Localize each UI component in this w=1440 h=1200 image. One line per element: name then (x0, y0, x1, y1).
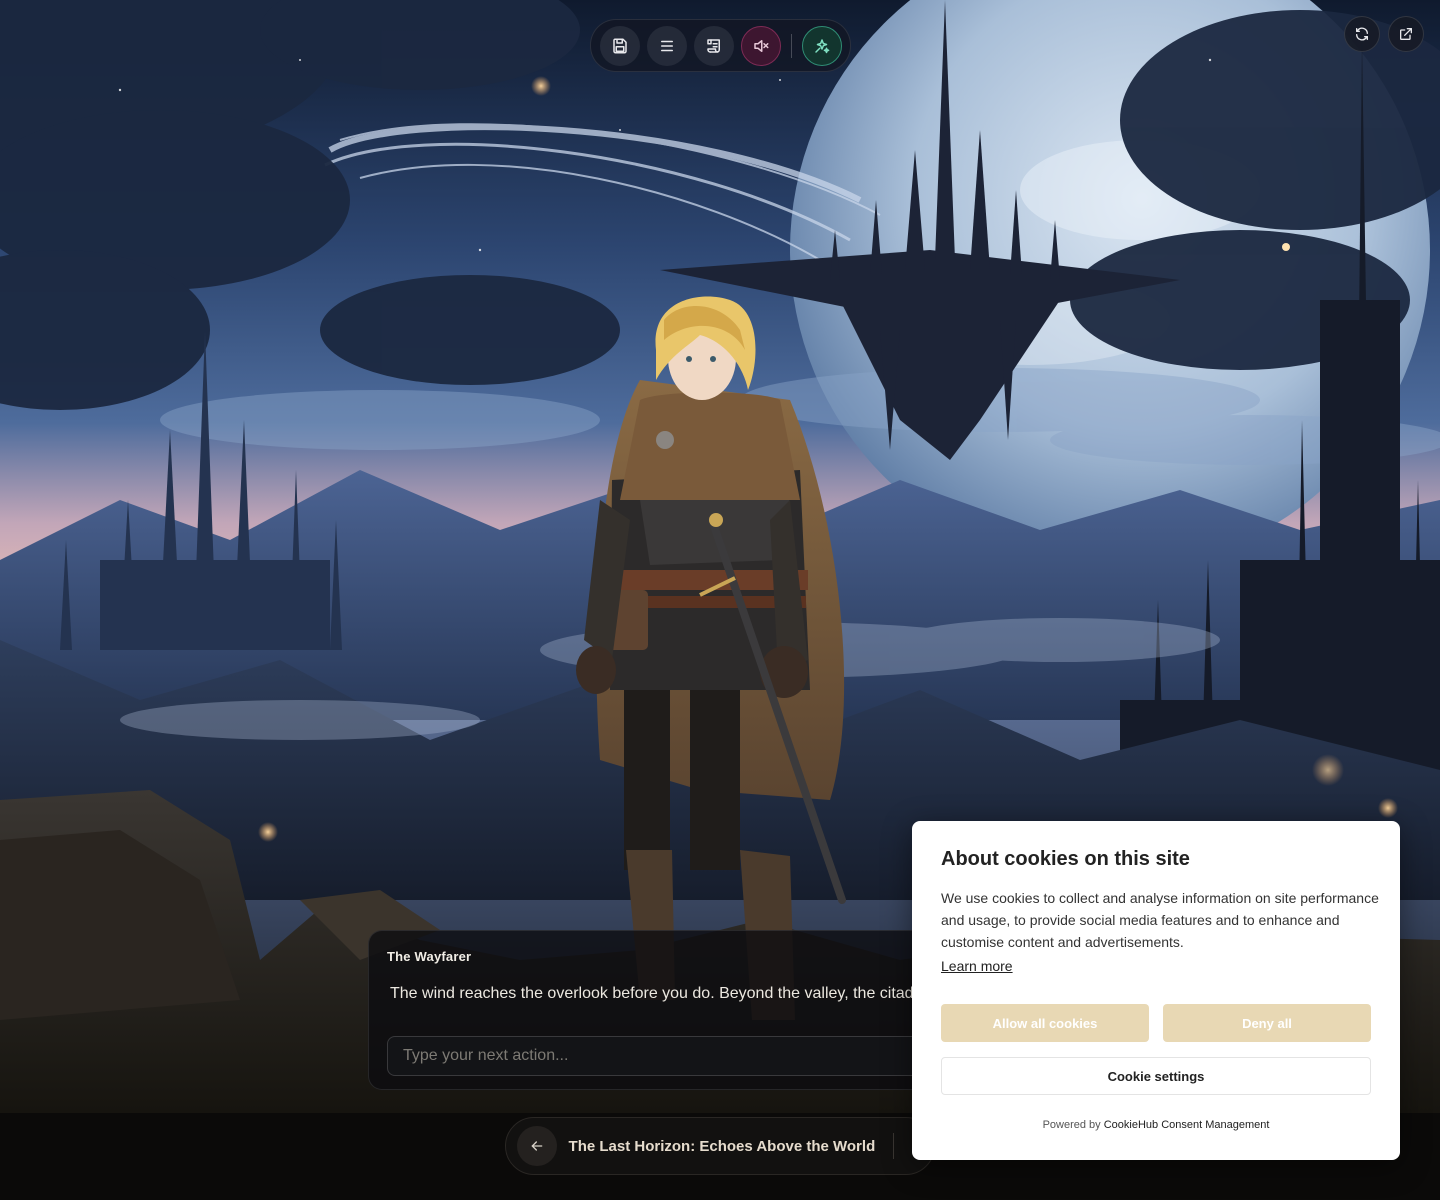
cookie-description: We use cookies to collect and analyse in… (941, 890, 1379, 950)
menu-button[interactable] (647, 25, 687, 66)
powered-by: Powered by CookieHub Consent Management (912, 1119, 1400, 1131)
cookie-title: About cookies on this site (941, 848, 1190, 870)
deny-all-button[interactable]: Deny all (1163, 1004, 1371, 1042)
mute-icon (754, 39, 769, 52)
game-toolbar (590, 19, 851, 72)
save-icon (613, 38, 627, 53)
external-link-icon (1400, 28, 1412, 40)
story-bar-divider (893, 1133, 895, 1159)
learn-more-link[interactable]: Learn more (941, 958, 1013, 974)
magic-button[interactable] (802, 25, 842, 66)
scroll-icon (707, 38, 720, 53)
story-title: The Last Horizon: Echoes Above the World (568, 1137, 876, 1155)
cookie-settings-button[interactable]: Cookie settings (941, 1057, 1371, 1095)
story-title-bar: The Last Horizon: Echoes Above the World (505, 1117, 935, 1175)
dialogue-text: The wind reaches the overlook before you… (390, 985, 927, 1002)
speaker-name: The Wayfarer (387, 949, 472, 964)
game-screen: The Wayfarer The wind reaches the overlo… (0, 0, 1440, 1200)
refresh-icon (1356, 27, 1368, 41)
back-button[interactable] (517, 1126, 557, 1166)
refresh-button[interactable] (1344, 16, 1380, 52)
cookie-banner: About cookies on this site We use cookie… (912, 821, 1400, 1160)
external-link-button[interactable] (1388, 16, 1424, 52)
history-button[interactable] (694, 25, 734, 66)
allow-all-cookies-button[interactable]: Allow all cookies (941, 1004, 1149, 1042)
menu-icon (661, 40, 673, 51)
sparkle-icon (815, 38, 830, 53)
arrow-left-icon (531, 1141, 543, 1151)
mute-button[interactable] (741, 25, 781, 66)
save-button[interactable] (600, 25, 640, 66)
cookiehub-link[interactable]: CookieHub Consent Management (1104, 1119, 1270, 1131)
toolbar-divider (791, 33, 792, 58)
powered-by-prefix: Powered by (1042, 1119, 1104, 1131)
